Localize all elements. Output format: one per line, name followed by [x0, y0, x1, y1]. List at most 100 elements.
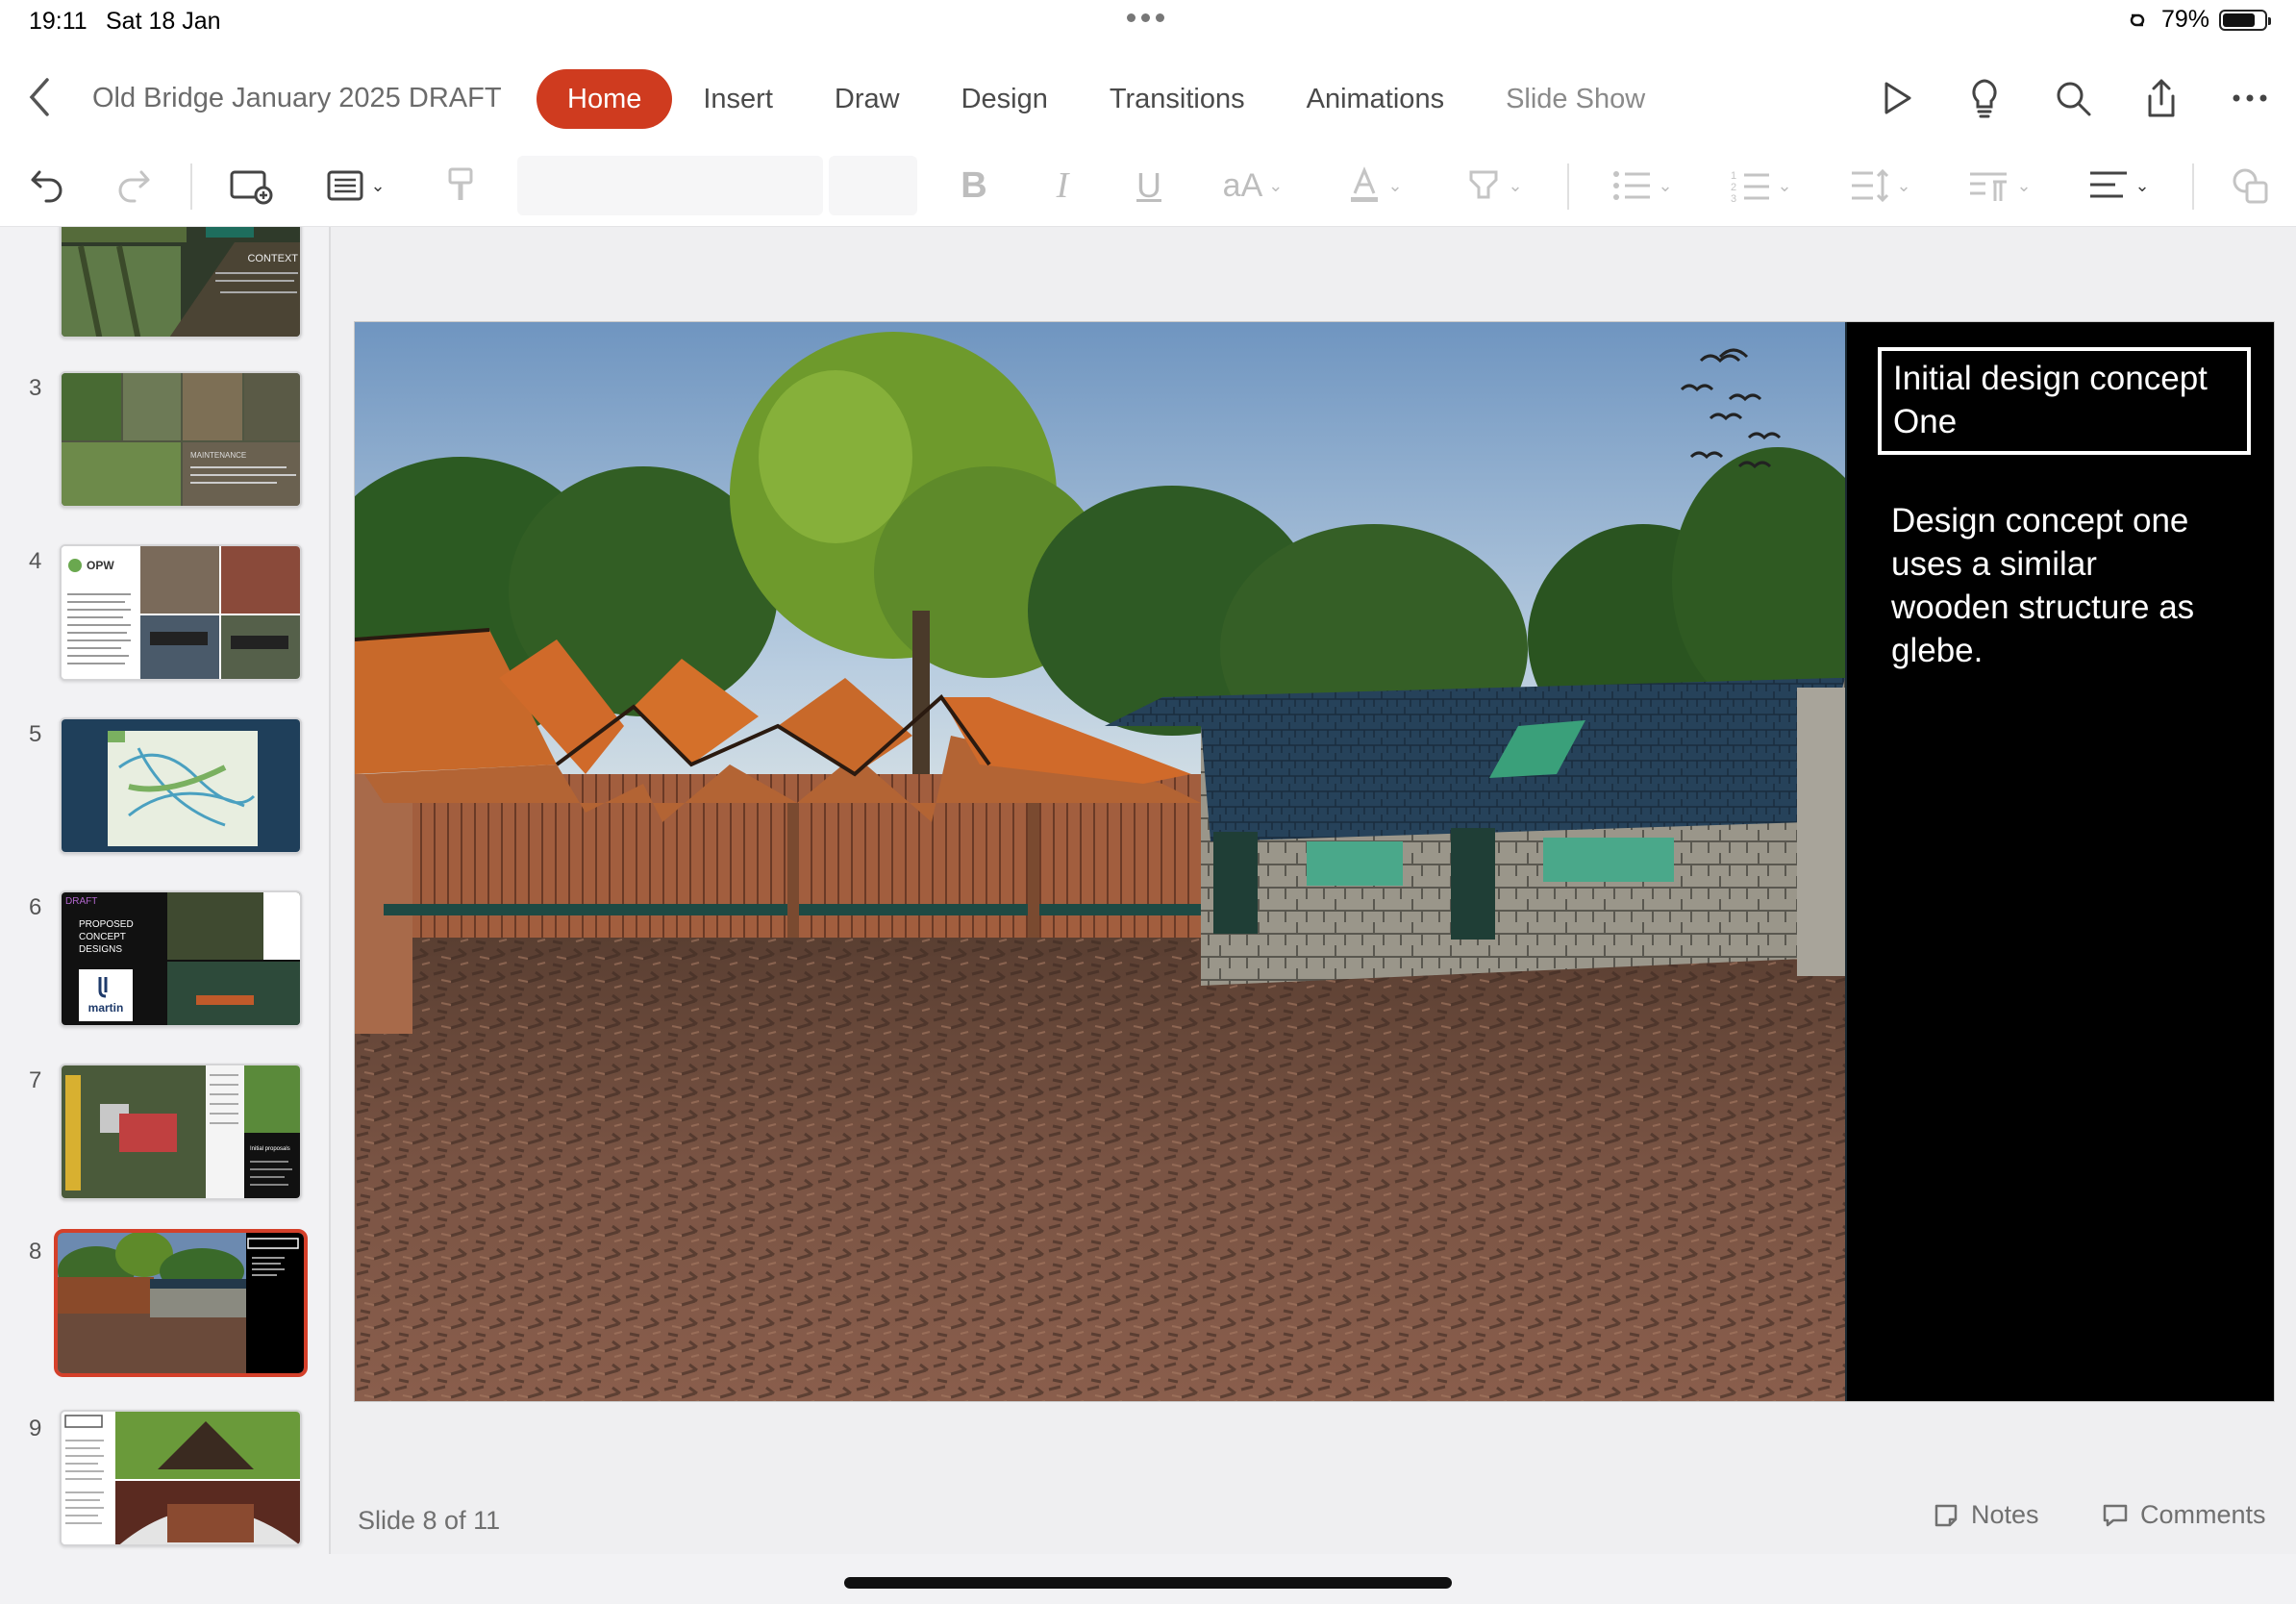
svg-text:2: 2 — [1731, 182, 1736, 193]
shapes-button[interactable] — [2227, 162, 2275, 210]
slide-number: 5 — [29, 721, 42, 747]
chevron-left-icon — [29, 78, 49, 116]
status-bar: 19:11 Sat 18 Jan 79% — [0, 0, 2296, 44]
play-button[interactable] — [1873, 75, 1919, 121]
tab-animations[interactable]: Animations — [1276, 69, 1475, 129]
chevron-down-icon: ⌄ — [1268, 175, 1284, 195]
line-spacing-icon — [1852, 168, 1889, 203]
slide-thumbnail[interactable]: CONTEXT — [60, 227, 302, 338]
battery-percent: 79% — [2160, 6, 2209, 33]
svg-text:3: 3 — [1731, 193, 1736, 204]
paragraph-button[interactable]: ⌄ — [1961, 162, 2038, 210]
thumbnail-tag: DRAFT — [65, 896, 97, 907]
underline-button[interactable]: U — [1127, 162, 1171, 210]
bullets-button[interactable]: ⌄ — [1604, 162, 1681, 210]
thumbnail-label: OPW — [87, 559, 114, 572]
slide-counter: Slide 8 of 11 — [358, 1506, 501, 1535]
format-painter-button[interactable] — [437, 162, 485, 210]
new-slide-icon — [230, 170, 273, 205]
multitasking-dots-icon[interactable] — [1127, 13, 1164, 22]
new-slide-button[interactable] — [227, 162, 275, 210]
font-name-field[interactable] — [517, 156, 823, 215]
chevron-down-icon: ⌄ — [2016, 175, 2032, 195]
status-right: 79% — [2123, 6, 2271, 34]
svg-text:1: 1 — [1731, 170, 1736, 182]
slide-number: 3 — [29, 375, 42, 401]
tab-transitions[interactable]: Transitions — [1079, 69, 1276, 129]
line-spacing-button[interactable]: ⌄ — [1842, 162, 1919, 210]
thumbnail-label: Initial proposals — [250, 1146, 290, 1152]
chevron-down-icon: ⌄ — [1777, 175, 1792, 195]
layout-icon — [327, 170, 363, 201]
chevron-down-icon: ⌄ — [2134, 175, 2150, 195]
slide-thumbnail-panel[interactable]: CONTEXT 3 MAINTENANCE 4 OPW 5 6 DRAFT PR… — [0, 227, 331, 1554]
numbering-button[interactable]: 123 ⌄ — [1723, 162, 1800, 210]
align-button[interactable]: ⌄ — [2081, 162, 2158, 210]
italic-button[interactable]: I — [1040, 162, 1085, 210]
highlight-icon — [1469, 170, 1498, 199]
play-icon — [1884, 82, 1911, 114]
lightbulb-icon — [1972, 79, 1997, 118]
notes-button[interactable]: Notes — [1933, 1500, 2039, 1530]
tab-design[interactable]: Design — [931, 69, 1079, 129]
slide-thumbnail[interactable]: OPW — [60, 544, 302, 681]
slide-thumbnail[interactable] — [60, 717, 302, 854]
thumbnail-image — [58, 1233, 304, 1373]
thumbnail-image: DRAFT PROPOSED CONCEPT DESIGNS martin — [62, 892, 300, 1025]
layout-button[interactable]: ⌄ — [317, 162, 394, 210]
slide-thumbnail[interactable]: Initial proposals — [60, 1064, 302, 1200]
link-icon — [2130, 13, 2145, 26]
font-color-icon — [1351, 166, 1379, 202]
underline-icon: U — [1136, 165, 1161, 205]
slide-body-textbox[interactable]: Design concept one uses a similar wooden… — [1891, 499, 2218, 672]
undo-button[interactable] — [23, 162, 71, 210]
font-size-icon: aA — [1222, 166, 1263, 204]
notes-label: Notes — [1971, 1500, 2039, 1529]
slide-thumbnail-selected[interactable] — [54, 1229, 308, 1377]
font-size-menu-button[interactable]: aA ⌄ — [1213, 162, 1292, 210]
tab-slide-show[interactable]: Slide Show — [1475, 69, 1676, 129]
bullets-icon — [1613, 171, 1651, 200]
current-slide[interactable]: Initial design concept One Design concep… — [354, 321, 2275, 1402]
more-icon — [2233, 94, 2267, 102]
document-title[interactable]: Old Bridge January 2025 DRAFT — [92, 83, 502, 114]
title-bar: Old Bridge January 2025 DRAFT Home Inser… — [0, 44, 2296, 156]
more-button[interactable] — [2227, 75, 2273, 121]
back-button[interactable] — [19, 73, 58, 121]
comments-label: Comments — [2140, 1500, 2266, 1529]
toolbar-divider — [190, 163, 192, 210]
search-button[interactable] — [2050, 75, 2096, 121]
slide-thumbnail[interactable]: MAINTENANCE — [60, 371, 302, 508]
tab-draw[interactable]: Draw — [804, 69, 931, 129]
ideas-button[interactable] — [1961, 75, 2008, 121]
bold-button[interactable]: B — [952, 162, 996, 210]
format-painter-icon — [448, 167, 473, 200]
share-icon — [2148, 79, 2175, 117]
search-icon — [2057, 82, 2091, 116]
tab-home[interactable]: Home — [537, 69, 673, 129]
redo-button[interactable] — [110, 162, 158, 210]
slide-render-image[interactable] — [355, 322, 1845, 1402]
font-color-button[interactable]: ⌄ — [1338, 162, 1411, 210]
redo-icon — [118, 170, 150, 203]
comments-button[interactable]: Comments — [2102, 1500, 2266, 1530]
share-button[interactable] — [2138, 75, 2184, 121]
paragraph-icon — [1970, 172, 2008, 201]
tab-insert[interactable]: Insert — [672, 69, 804, 129]
slide-title-textbox[interactable]: Initial design concept One — [1878, 347, 2251, 455]
slide-thumbnail[interactable]: DRAFT PROPOSED CONCEPT DESIGNS martin — [60, 890, 302, 1027]
highlight-button[interactable]: ⌄ — [1458, 162, 1531, 210]
chevron-down-icon: ⌄ — [1896, 175, 1911, 195]
status-time: 19:11 — [29, 8, 87, 35]
thumbnail-image: MAINTENANCE — [62, 373, 300, 506]
top-actions — [1873, 75, 2273, 121]
thumbnail-image — [62, 1412, 300, 1544]
shapes-icon — [2233, 168, 2268, 204]
home-indicator[interactable] — [844, 1577, 1452, 1589]
slide-number: 4 — [29, 548, 42, 574]
slide-thumbnail[interactable] — [60, 1410, 302, 1546]
home-toolbar: ⌄ B I U aA ⌄ ⌄ ⌄ ⌄ 123 ⌄ ⌄ ⌄ ⌄ — [0, 144, 2296, 227]
undo-icon — [31, 170, 62, 203]
font-size-field[interactable] — [829, 156, 917, 215]
bold-icon: B — [961, 164, 987, 206]
